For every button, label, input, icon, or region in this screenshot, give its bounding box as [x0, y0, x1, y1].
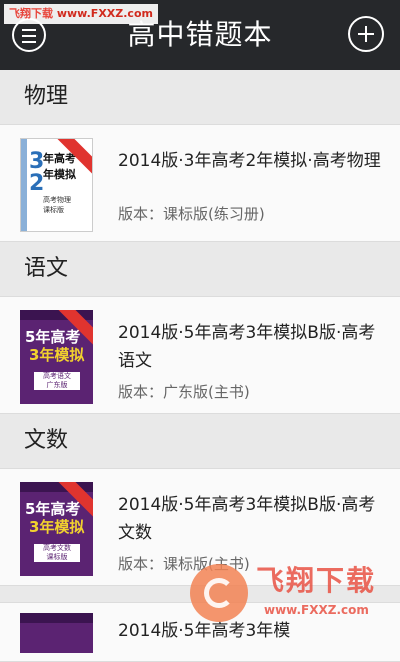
watermark-brand: 飞翔下载 — [9, 7, 53, 20]
watermark-url: www.FXXZ.com — [56, 7, 153, 20]
section-title: 物理 — [24, 84, 69, 109]
book-title: 2014版·5年高考3年模拟B版·高考文数 — [118, 495, 376, 543]
cover-sub1: 高考文数 — [43, 544, 71, 552]
book-cover — [20, 613, 93, 653]
book-version: 版本：广东版(主书) — [118, 383, 250, 401]
section-header-math: 文数 — [0, 414, 400, 468]
watermark-url: www.FXXZ.com — [264, 603, 369, 617]
book-row-physics[interactable]: 3 2 年高考 年模拟 高考物理 课标版 2014版·3年高考2年模拟·高考物理… — [0, 124, 400, 242]
cover-line2: 3年模拟 — [29, 518, 85, 536]
book-version: 版本：课标版(练习册) — [118, 205, 265, 223]
book-cover: 3 2 年高考 年模拟 高考物理 课标版 — [20, 138, 93, 232]
book-row-chinese[interactable]: 5年高考 3年模拟 高考语文 广东版 2014版·5年高考3年模拟B版·高考语文… — [0, 296, 400, 414]
section-title: 语文 — [24, 256, 69, 281]
book-title: 2014版·5年高考3年模拟B版·高考语文 — [118, 323, 376, 371]
cover-sub2: 课标版 — [43, 206, 64, 214]
book-cover: 5年高考 3年模拟 高考文数 课标版 — [20, 482, 93, 576]
book-title: 2014版·3年高考2年模拟·高考物理 — [118, 151, 381, 171]
cover-number: 3 2 — [29, 149, 45, 196]
watermark-top: 飞翔下载 www.FXXZ.com — [4, 4, 158, 24]
cover-sub1: 高考物理 — [43, 196, 71, 204]
cover-line1: 5年高考 — [25, 328, 81, 346]
cover-line2: 3年模拟 — [29, 346, 85, 364]
cover-sub1: 高考语文 — [43, 372, 71, 380]
cover-sub2: 课标版 — [46, 553, 68, 561]
watermark-brand: 飞翔下载 — [256, 564, 377, 597]
watermark-logo-icon — [190, 564, 248, 622]
section-title: 文数 — [24, 428, 69, 453]
add-icon[interactable] — [348, 16, 384, 52]
cover-sub2: 广东版 — [46, 381, 68, 389]
section-header-chinese: 语文 — [0, 242, 400, 296]
cover-line1: 5年高考 — [25, 500, 81, 518]
section-header-physics: 物理 — [0, 70, 400, 124]
cover-line2: 年模拟 — [43, 168, 76, 181]
book-cover: 5年高考 3年模拟 高考语文 广东版 — [20, 310, 93, 404]
watermark-logo: 飞翔下载 www.FXXZ.com — [190, 560, 400, 626]
